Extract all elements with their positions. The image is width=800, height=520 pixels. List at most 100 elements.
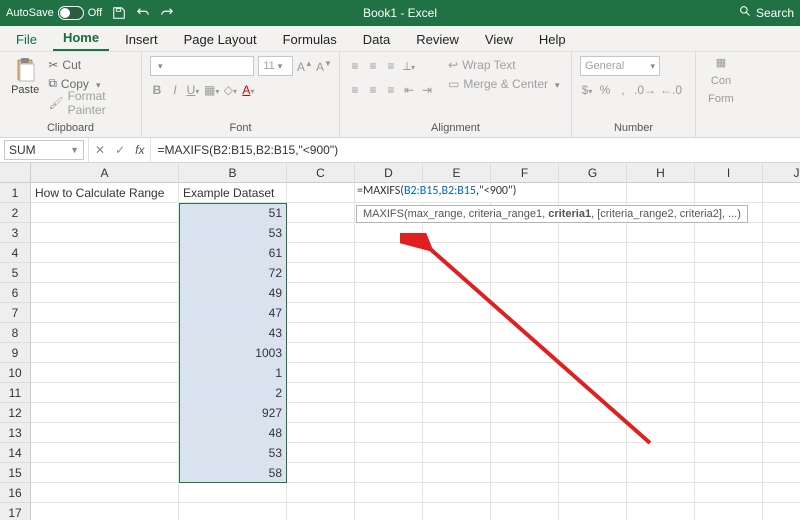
row-header-11[interactable]: 11 bbox=[0, 383, 31, 403]
cell-J10[interactable] bbox=[763, 363, 800, 383]
cell-E13[interactable] bbox=[423, 423, 491, 443]
cell-H1[interactable] bbox=[627, 183, 695, 203]
underline-button[interactable]: U▾ bbox=[186, 83, 200, 97]
column-header-B[interactable]: B bbox=[179, 163, 287, 183]
cell-C4[interactable] bbox=[287, 243, 355, 263]
cell-J9[interactable] bbox=[763, 343, 800, 363]
tab-home[interactable]: Home bbox=[53, 26, 109, 51]
cell-I7[interactable] bbox=[695, 303, 763, 323]
cell-C12[interactable] bbox=[287, 403, 355, 423]
cell-D5[interactable] bbox=[355, 263, 423, 283]
cell-I16[interactable] bbox=[695, 483, 763, 503]
cell-B9[interactable]: 1003 bbox=[179, 343, 287, 363]
cell-G16[interactable] bbox=[559, 483, 627, 503]
cell-B16[interactable] bbox=[179, 483, 287, 503]
cell-D17[interactable] bbox=[355, 503, 423, 520]
cell-J3[interactable] bbox=[763, 223, 800, 243]
row-header-7[interactable]: 7 bbox=[0, 303, 31, 323]
cell-H15[interactable] bbox=[627, 463, 695, 483]
column-header-E[interactable]: E bbox=[423, 163, 491, 183]
cell-A15[interactable] bbox=[31, 463, 179, 483]
cell-E17[interactable] bbox=[423, 503, 491, 520]
font-size-select[interactable]: 11 bbox=[258, 56, 293, 76]
row-header-1[interactable]: 1 bbox=[0, 183, 31, 203]
select-all-corner[interactable] bbox=[0, 163, 31, 183]
cell-G17[interactable] bbox=[559, 503, 627, 520]
cell-B14[interactable]: 53 bbox=[179, 443, 287, 463]
cell-B7[interactable]: 47 bbox=[179, 303, 287, 323]
cell-I1[interactable] bbox=[695, 183, 763, 203]
column-header-H[interactable]: H bbox=[627, 163, 695, 183]
cell-F5[interactable] bbox=[491, 263, 559, 283]
cell-G11[interactable] bbox=[559, 383, 627, 403]
cell-F8[interactable] bbox=[491, 323, 559, 343]
cell-D4[interactable] bbox=[355, 243, 423, 263]
italic-button[interactable]: I bbox=[168, 83, 182, 97]
cell-J2[interactable] bbox=[763, 203, 800, 223]
inline-cell-editor[interactable]: =MAXIFS(B2:B15,B2:B15,"<900") bbox=[356, 184, 517, 202]
row-header-3[interactable]: 3 bbox=[0, 223, 31, 243]
cell-I3[interactable] bbox=[695, 223, 763, 243]
cell-B4[interactable]: 61 bbox=[179, 243, 287, 263]
tab-view[interactable]: View bbox=[475, 28, 523, 51]
cell-A8[interactable] bbox=[31, 323, 179, 343]
cell-G14[interactable] bbox=[559, 443, 627, 463]
row-header-5[interactable]: 5 bbox=[0, 263, 31, 283]
cell-G8[interactable] bbox=[559, 323, 627, 343]
row-header-8[interactable]: 8 bbox=[0, 323, 31, 343]
cell-I15[interactable] bbox=[695, 463, 763, 483]
cell-A12[interactable] bbox=[31, 403, 179, 423]
cell-B3[interactable]: 53 bbox=[179, 223, 287, 243]
name-box[interactable]: SUM ▼ bbox=[4, 140, 84, 160]
cell-D11[interactable] bbox=[355, 383, 423, 403]
font-color-button[interactable]: A▾ bbox=[241, 83, 255, 97]
cell-H14[interactable] bbox=[627, 443, 695, 463]
cell-E15[interactable] bbox=[423, 463, 491, 483]
orientation-icon[interactable]: ⟂▾ bbox=[402, 59, 416, 74]
cell-J16[interactable] bbox=[763, 483, 800, 503]
cell-E12[interactable] bbox=[423, 403, 491, 423]
cell-A2[interactable] bbox=[31, 203, 179, 223]
redo-icon[interactable] bbox=[160, 6, 174, 20]
cell-F6[interactable] bbox=[491, 283, 559, 303]
cell-I6[interactable] bbox=[695, 283, 763, 303]
cell-F7[interactable] bbox=[491, 303, 559, 323]
align-left-icon[interactable]: ≡ bbox=[348, 83, 362, 97]
align-right-icon[interactable]: ≡ bbox=[384, 83, 398, 97]
cell-C9[interactable] bbox=[287, 343, 355, 363]
cell-A16[interactable] bbox=[31, 483, 179, 503]
tab-formulas[interactable]: Formulas bbox=[273, 28, 347, 51]
cell-F16[interactable] bbox=[491, 483, 559, 503]
cell-A4[interactable] bbox=[31, 243, 179, 263]
tab-page-layout[interactable]: Page Layout bbox=[174, 28, 267, 51]
cell-E5[interactable] bbox=[423, 263, 491, 283]
cell-C11[interactable] bbox=[287, 383, 355, 403]
cell-D7[interactable] bbox=[355, 303, 423, 323]
cell-E7[interactable] bbox=[423, 303, 491, 323]
cell-I8[interactable] bbox=[695, 323, 763, 343]
cell-H8[interactable] bbox=[627, 323, 695, 343]
cell-I9[interactable] bbox=[695, 343, 763, 363]
fill-color-button[interactable]: ◇▾ bbox=[223, 83, 237, 97]
cell-C3[interactable] bbox=[287, 223, 355, 243]
cell-H3[interactable] bbox=[627, 223, 695, 243]
font-name-select[interactable] bbox=[150, 56, 254, 76]
wrap-text-button[interactable]: ↩Wrap Text bbox=[448, 56, 560, 73]
cell-J13[interactable] bbox=[763, 423, 800, 443]
cell-E11[interactable] bbox=[423, 383, 491, 403]
decrease-indent-icon[interactable]: ⇤ bbox=[402, 83, 416, 97]
cell-A5[interactable] bbox=[31, 263, 179, 283]
cell-B11[interactable]: 2 bbox=[179, 383, 287, 403]
percent-button[interactable]: % bbox=[598, 83, 612, 97]
increase-indent-icon[interactable]: ⇥ bbox=[420, 83, 434, 97]
cell-A11[interactable] bbox=[31, 383, 179, 403]
cell-C17[interactable] bbox=[287, 503, 355, 520]
cell-D14[interactable] bbox=[355, 443, 423, 463]
conditional-formatting-icon[interactable]: ▦ bbox=[716, 56, 726, 69]
cell-G1[interactable] bbox=[559, 183, 627, 203]
cell-J6[interactable] bbox=[763, 283, 800, 303]
cell-A10[interactable] bbox=[31, 363, 179, 383]
cell-J5[interactable] bbox=[763, 263, 800, 283]
cell-I13[interactable] bbox=[695, 423, 763, 443]
tab-file[interactable]: File bbox=[6, 28, 47, 51]
